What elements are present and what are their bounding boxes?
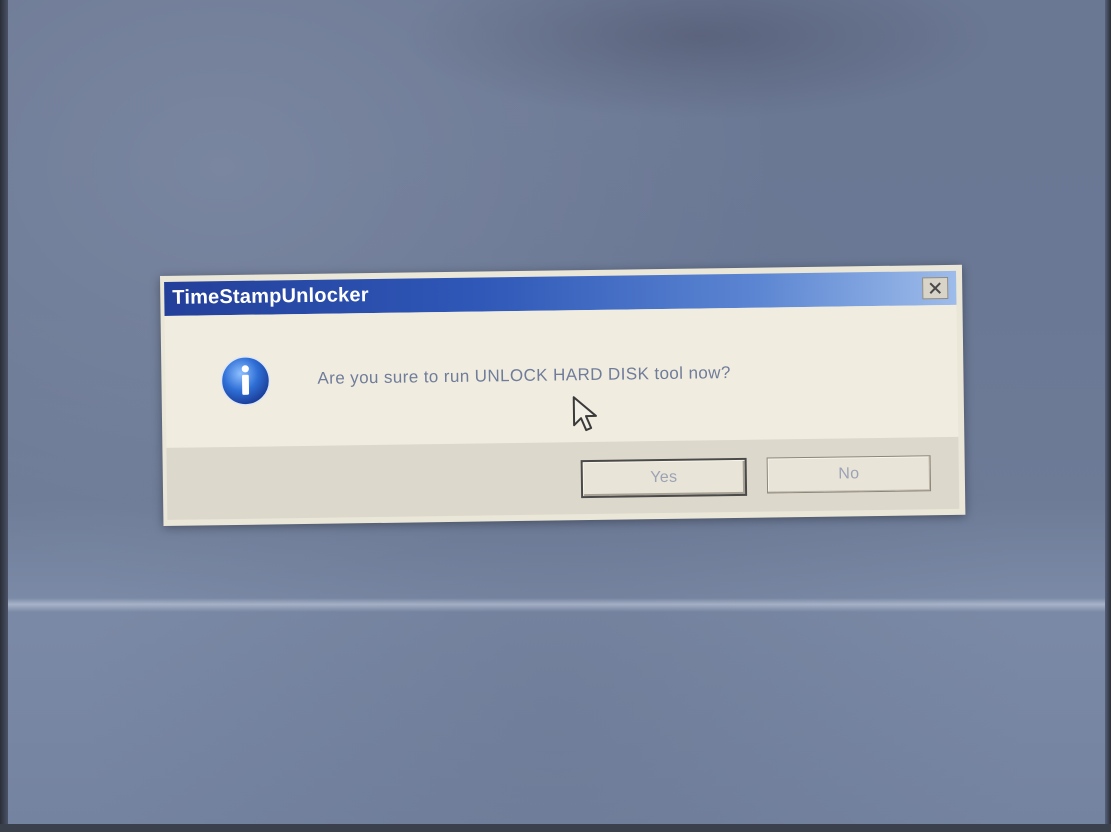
monitor-bezel-left — [0, 0, 8, 832]
monitor-bezel-right — [1105, 0, 1111, 832]
close-button[interactable] — [922, 276, 949, 300]
no-button[interactable]: No — [766, 455, 932, 494]
close-icon — [929, 282, 942, 294]
confirm-dialog: TimeStampUnlocker Are you sure to run UN… — [160, 264, 966, 526]
dialog-message: Are you sure to run UNLOCK HARD DISK too… — [317, 363, 731, 388]
yes-button[interactable]: Yes — [580, 457, 748, 499]
dialog-button-bar: Yes No — [166, 436, 960, 520]
mouse-cursor-icon — [572, 396, 597, 432]
dialog-title: TimeStampUnlocker — [172, 284, 369, 309]
screen-reflection — [400, 0, 1000, 120]
dialog-content: Are you sure to run UNLOCK HARD DISK too… — [164, 304, 959, 448]
info-icon — [220, 356, 271, 406]
screen-glare-line — [8, 598, 1105, 612]
monitor-bezel-bottom — [0, 824, 1111, 832]
